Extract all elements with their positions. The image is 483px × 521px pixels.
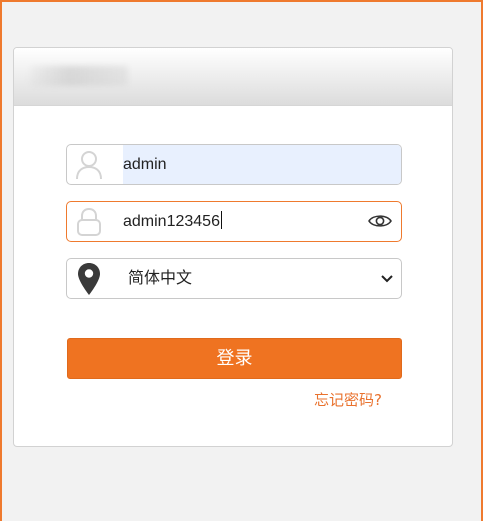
- lock-icon: [67, 202, 111, 241]
- password-field[interactable]: admin123456: [66, 201, 402, 242]
- chevron-down-icon: [379, 271, 395, 287]
- user-icon: [67, 145, 111, 184]
- password-value: admin123456: [123, 213, 220, 230]
- login-button[interactable]: 登录: [67, 338, 402, 379]
- username-field[interactable]: admin: [66, 144, 402, 185]
- brand-logo: [30, 66, 128, 86]
- language-selected: 简体中文: [128, 270, 193, 287]
- language-field[interactable]: 简体中文: [66, 258, 402, 299]
- text-caret: [220, 211, 222, 229]
- username-input[interactable]: admin: [123, 145, 363, 184]
- forgot-password-link[interactable]: 忘记密码?: [314, 389, 382, 410]
- language-select[interactable]: 简体中文: [111, 259, 401, 298]
- location-pin-icon: [67, 259, 111, 298]
- card-header: [14, 48, 452, 106]
- password-input[interactable]: admin123456: [123, 202, 363, 241]
- login-card: admin admin123456 简体中文 登录 忘记密码?: [13, 47, 453, 447]
- eye-icon[interactable]: [367, 210, 393, 232]
